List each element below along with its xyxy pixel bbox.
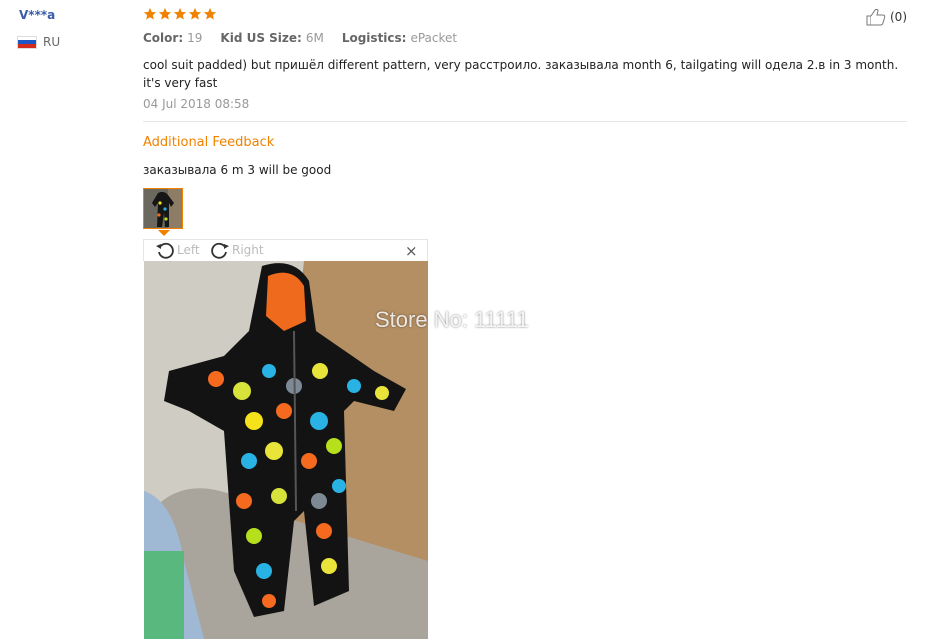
thumbnail-image	[144, 189, 182, 228]
star-rating	[143, 7, 217, 21]
additional-feedback-text: заказывала 6 m 3 will be good	[143, 163, 332, 177]
review-text: cool suit padded) but пришёл different p…	[143, 58, 899, 90]
star-icon	[203, 7, 217, 20]
thumbs-up-icon	[866, 8, 886, 26]
rotate-left-icon	[156, 242, 174, 259]
star-icon	[173, 7, 187, 20]
star-icon	[143, 7, 157, 20]
divider	[143, 121, 907, 122]
attr-color: Color: 19	[143, 31, 203, 45]
store-watermark: Store No: 11111	[375, 307, 529, 332]
close-viewer-button[interactable]: ×	[405, 242, 418, 260]
image-viewer-toolbar: Left Right ×	[143, 239, 428, 261]
reviewer-country: RU	[17, 35, 60, 49]
attr-logistics: Logistics: ePacket	[341, 31, 458, 45]
helpful-button[interactable]: (0)	[866, 8, 907, 26]
country-code: RU	[43, 35, 61, 49]
helpful-count: (0)	[890, 10, 907, 24]
rotate-right-button[interactable]: Right	[210, 240, 264, 260]
star-icon	[188, 7, 202, 20]
attr-size: Kid US Size: 6M	[220, 31, 324, 45]
rotate-right-icon	[211, 242, 229, 259]
review-date: 04 Jul 2018 08:58	[143, 97, 250, 111]
order-attributes: Color: 19 Kid US Size: 6M Logistics: ePacke…	[143, 31, 457, 45]
rotate-left-button[interactable]: Left	[155, 240, 200, 260]
thumbnail-pointer	[158, 230, 170, 236]
reviewer-name: V***a	[19, 8, 56, 22]
russia-flag-icon	[17, 35, 37, 49]
star-icon	[158, 7, 172, 20]
photo-thumbnail[interactable]	[143, 188, 183, 229]
additional-feedback-title: Additional Feedback	[143, 135, 275, 150]
